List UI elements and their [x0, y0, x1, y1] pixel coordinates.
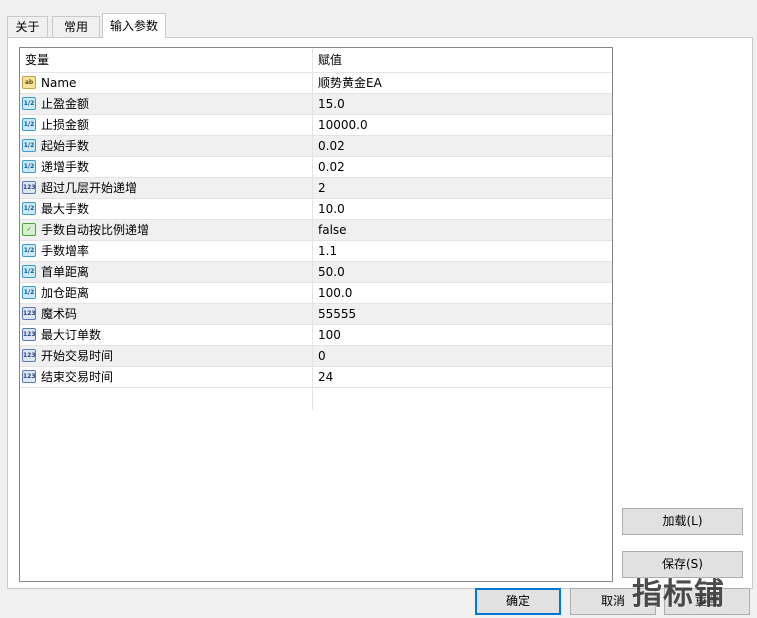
table-row[interactable]: 123 开始交易时间 0: [20, 346, 612, 367]
param-value[interactable]: false: [318, 220, 347, 240]
param-value[interactable]: 顺势黄金EA: [318, 73, 382, 93]
table-row[interactable]: 123 结束交易时间 24: [20, 367, 612, 388]
double-type-icon: 1/2: [22, 202, 36, 215]
tab-about[interactable]: 关于: [7, 16, 48, 37]
header-variable[interactable]: 变量: [25, 48, 49, 72]
table-row[interactable]: 1/2 起始手数 0.02: [20, 136, 612, 157]
tab-inputs-label: 输入参数: [109, 19, 158, 33]
param-name: 起始手数: [41, 139, 90, 153]
table-row[interactable]: 1/2 递增手数 0.02: [20, 157, 612, 178]
double-type-icon: 1/2: [22, 160, 36, 173]
param-value[interactable]: 24: [318, 367, 333, 387]
double-type-icon: 1/2: [22, 139, 36, 152]
integer-type-icon: 123: [22, 181, 36, 194]
param-value[interactable]: 100: [318, 325, 341, 345]
double-type-icon: 1/2: [22, 286, 36, 299]
param-name: 开始交易时间: [41, 349, 114, 363]
string-type-icon: ab: [22, 76, 36, 89]
tab-common-label: 常用: [63, 20, 88, 34]
boolean-type-icon: ✓: [22, 223, 36, 236]
param-value[interactable]: 2: [318, 178, 326, 198]
double-type-icon: 1/2: [22, 118, 36, 131]
table-row[interactable]: 1/2 最大手数 10.0: [20, 199, 612, 220]
load-button[interactable]: 加载(L): [622, 508, 743, 535]
table-row[interactable]: 123 最大订单数 100: [20, 325, 612, 346]
integer-type-icon: 123: [22, 328, 36, 341]
double-type-icon: 1/2: [22, 244, 36, 257]
grid-rows: ab Name 顺势黄金EA 1/2 止盈金额 15.0 1/2 止损金额 10…: [20, 73, 612, 388]
param-value[interactable]: 100.0: [318, 283, 352, 303]
table-row[interactable]: ✓ 手数自动按比例递增 false: [20, 220, 612, 241]
double-type-icon: 1/2: [22, 97, 36, 110]
param-name: 递增手数: [41, 160, 90, 174]
param-name: 最大手数: [41, 202, 90, 216]
param-value[interactable]: 15.0: [318, 94, 345, 114]
header-separator[interactable]: [312, 48, 313, 72]
header-value[interactable]: 赋值: [318, 48, 342, 72]
tab-common[interactable]: 常用: [52, 16, 100, 37]
param-name: 超过几层开始递增: [41, 181, 138, 195]
table-row[interactable]: 1/2 止盈金额 15.0: [20, 94, 612, 115]
param-name: 最大订单数: [41, 328, 102, 342]
integer-type-icon: 123: [22, 370, 36, 383]
ok-button[interactable]: 确定: [475, 588, 561, 615]
watermark-logo: 指标铺: [632, 577, 725, 612]
param-value[interactable]: 10000.0: [318, 115, 368, 135]
table-row[interactable]: 123 魔术码 55555: [20, 304, 612, 325]
param-value[interactable]: 55555: [318, 304, 356, 324]
param-name: 加仓距离: [41, 286, 90, 300]
param-name: Name: [41, 76, 77, 90]
tab-about-label: 关于: [15, 20, 40, 34]
param-value[interactable]: 0.02: [318, 157, 345, 177]
table-row[interactable]: 1/2 止损金额 10000.0: [20, 115, 612, 136]
table-row[interactable]: 1/2 手数增率 1.1: [20, 241, 612, 262]
param-name: 首单距离: [41, 265, 90, 279]
grid-header: 变量 赋值: [20, 48, 612, 73]
param-value[interactable]: 10.0: [318, 199, 345, 219]
double-type-icon: 1/2: [22, 265, 36, 278]
column-divider: [312, 73, 313, 410]
param-name: 止损金额: [41, 118, 90, 132]
param-name: 手数自动按比例递增: [41, 223, 150, 237]
param-name: 止盈金额: [41, 97, 90, 111]
table-row[interactable]: 1/2 首单距离 50.0: [20, 262, 612, 283]
param-name: 结束交易时间: [41, 370, 114, 384]
tab-inputs[interactable]: 输入参数: [102, 13, 166, 38]
save-button[interactable]: 保存(S): [622, 551, 743, 578]
table-row[interactable]: 123 超过几层开始递增 2: [20, 178, 612, 199]
table-row[interactable]: 1/2 加仓距离 100.0: [20, 283, 612, 304]
param-name: 魔术码: [41, 307, 78, 321]
param-value[interactable]: 1.1: [318, 241, 337, 261]
param-value[interactable]: 0: [318, 346, 326, 366]
param-value[interactable]: 50.0: [318, 262, 345, 282]
param-value[interactable]: 0.02: [318, 136, 345, 156]
integer-type-icon: 123: [22, 349, 36, 362]
param-name: 手数增率: [41, 244, 90, 258]
integer-type-icon: 123: [22, 307, 36, 320]
parameters-grid: 变量 赋值 ab Name 顺势黄金EA 1/2 止盈金额 15.0 1/2 止…: [19, 47, 613, 582]
table-row[interactable]: ab Name 顺势黄金EA: [20, 73, 612, 94]
